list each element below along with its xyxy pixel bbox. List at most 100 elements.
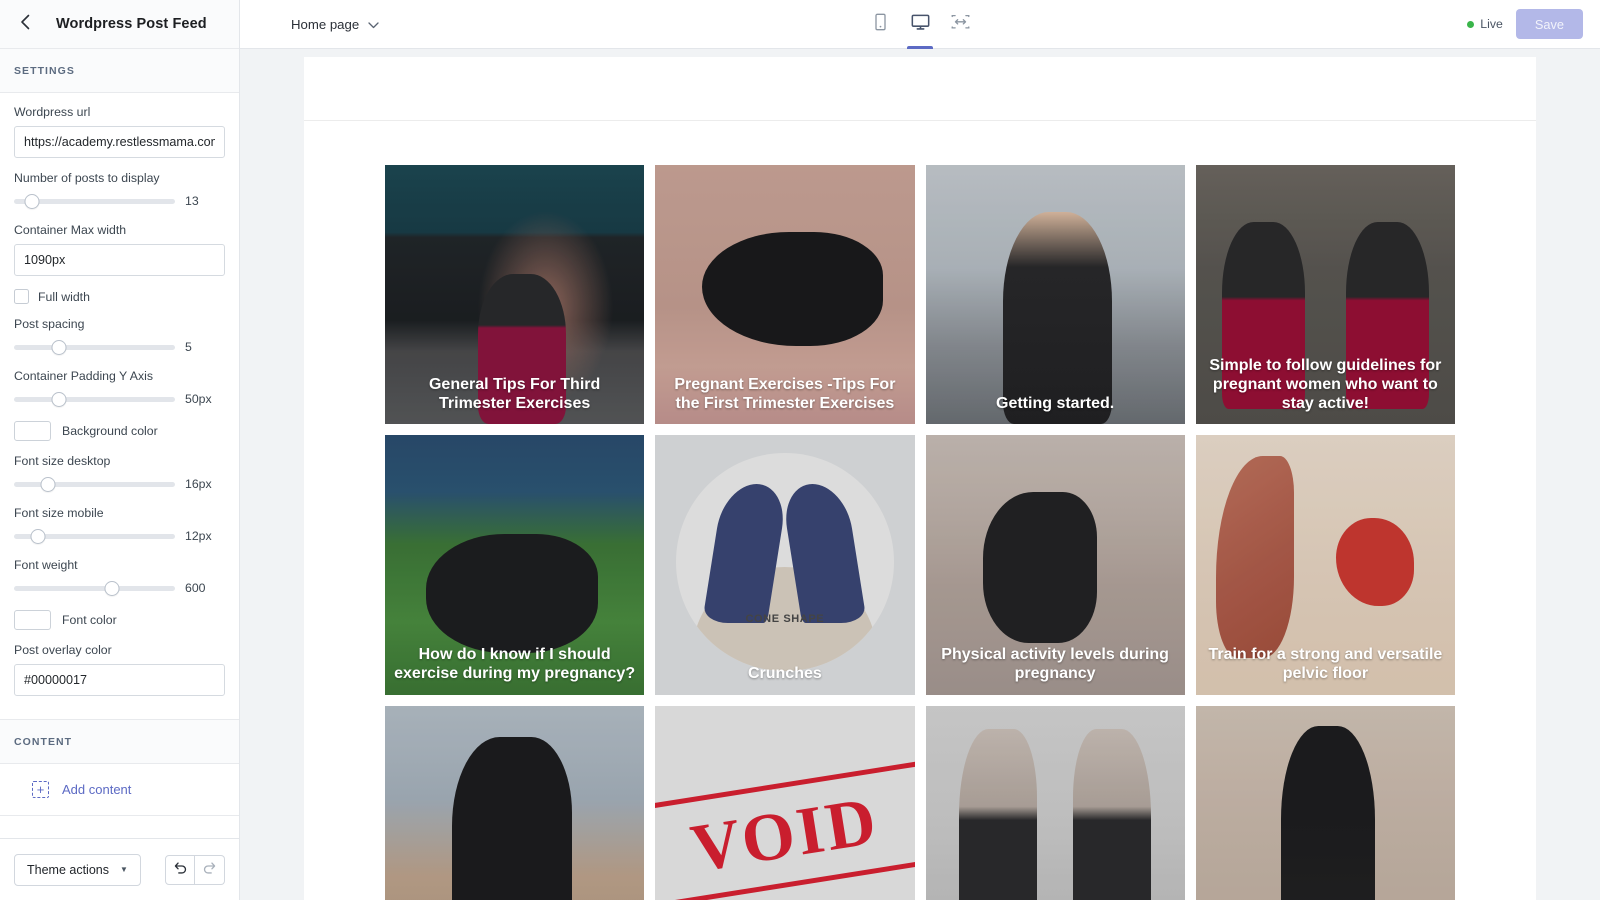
app-root: Wordpress Post Feed SETTINGS Wordpress u… xyxy=(0,0,1600,900)
font-weight-value: 600 xyxy=(185,581,206,595)
slider-track xyxy=(14,396,175,402)
post-title: Crunches xyxy=(747,664,822,682)
post-tile[interactable]: CONE SHAPE Crunches xyxy=(655,435,915,695)
post-tile[interactable]: General Tips For Third Trimester Exercis… xyxy=(385,165,645,425)
field-post-overlay-color: Post overlay color xyxy=(14,643,225,696)
mobile-icon xyxy=(873,13,888,36)
field-container-max-width: Container Max width xyxy=(14,223,225,276)
font-weight-row: 600 xyxy=(14,579,225,597)
desktop-icon xyxy=(911,13,930,36)
post-overlay-color-input[interactable] xyxy=(14,664,225,696)
tab-mobile-view[interactable] xyxy=(860,0,900,49)
post-overlay xyxy=(925,705,1185,900)
post-tile[interactable]: Swimming during pregnancy. xyxy=(385,705,645,900)
settings-sidebar: Wordpress Post Feed SETTINGS Wordpress u… xyxy=(0,0,240,900)
container-padding-y-value: 50px xyxy=(185,392,212,406)
container-max-width-input[interactable] xyxy=(14,244,225,276)
post-spacing-value: 5 xyxy=(185,340,192,354)
post-grid: General Tips For Third Trimester Exercis… xyxy=(385,165,1455,900)
slider-thumb[interactable] xyxy=(51,391,67,407)
field-font-weight: Font weight 600 xyxy=(14,558,225,597)
settings-section-header: SETTINGS xyxy=(0,49,239,93)
content-section-header: CONTENT xyxy=(0,720,239,764)
back-button[interactable] xyxy=(14,13,36,35)
field-full-width[interactable]: Full width xyxy=(14,289,225,304)
full-width-icon xyxy=(951,14,970,35)
slider-thumb[interactable] xyxy=(104,580,120,596)
page-selector[interactable]: Home page xyxy=(291,17,379,32)
container-max-width-label: Container Max width xyxy=(14,223,127,237)
wordpress-post-feed: General Tips For Third Trimester Exercis… xyxy=(385,121,1455,900)
full-width-checkbox[interactable] xyxy=(14,289,29,304)
container-padding-y-label: Container Padding Y Axis xyxy=(14,369,154,383)
font-size-desktop-label: Font size desktop xyxy=(14,454,111,468)
post-tile[interactable]: Running post partum xyxy=(1195,705,1455,900)
field-number-of-posts: Number of posts to display 13 xyxy=(14,171,225,210)
font-size-desktop-slider[interactable] xyxy=(14,475,175,493)
background-color-swatch[interactable] xyxy=(14,421,51,441)
settings-fields: Wordpress url Number of posts to display… xyxy=(0,93,239,719)
font-size-mobile-slider[interactable] xyxy=(14,527,175,545)
font-size-mobile-row: 12px xyxy=(14,527,225,545)
number-of-posts-label: Number of posts to display xyxy=(14,171,160,185)
slider-thumb[interactable] xyxy=(40,476,56,492)
add-content-button[interactable]: + Add content xyxy=(0,764,239,816)
undo-icon xyxy=(173,860,188,880)
top-toolbar: Home page Live Save xyxy=(240,0,1600,49)
post-tile[interactable]: Simple to follow guidelines for pregnant… xyxy=(1195,165,1455,425)
post-title: Train for a strong and versatile pelvic … xyxy=(1208,646,1443,682)
background-color-label: Background color xyxy=(62,424,158,438)
undo-button[interactable] xyxy=(165,854,195,885)
font-weight-slider[interactable] xyxy=(14,579,175,597)
redo-button[interactable] xyxy=(195,854,225,885)
field-background-color: Background color xyxy=(14,421,225,441)
font-size-mobile-label: Font size mobile xyxy=(14,506,104,520)
post-title: Pregnant Exercises -Tips For the First T… xyxy=(674,375,896,412)
font-color-swatch[interactable] xyxy=(14,610,51,630)
preview-page: General Tips For Third Trimester Exercis… xyxy=(304,57,1536,900)
post-overlay xyxy=(925,165,1185,425)
theme-actions-button[interactable]: Theme actions ▼ xyxy=(14,853,141,886)
post-overlay-color-label: Post overlay color xyxy=(14,643,112,657)
wordpress-url-input[interactable] xyxy=(14,126,225,158)
live-status: Live xyxy=(1467,17,1503,31)
theme-actions-label: Theme actions xyxy=(27,862,109,877)
number-of-posts-slider[interactable] xyxy=(14,192,175,210)
field-font-size-mobile: Font size mobile 12px xyxy=(14,506,225,545)
sidebar-header: Wordpress Post Feed xyxy=(0,0,239,49)
post-spacing-label: Post spacing xyxy=(14,317,85,331)
post-tile[interactable]: Train for a strong and versatile pelvic … xyxy=(1195,435,1455,695)
live-status-dot xyxy=(1467,20,1475,28)
post-overlay xyxy=(655,705,915,900)
field-container-padding-y: Container Padding Y Axis 50px xyxy=(14,369,225,408)
tab-full-width-view[interactable] xyxy=(940,0,980,49)
tab-desktop-view[interactable] xyxy=(900,0,940,49)
slider-thumb[interactable] xyxy=(30,528,46,544)
chevron-left-icon xyxy=(20,14,31,35)
post-spacing-slider[interactable] xyxy=(14,338,175,356)
post-tile[interactable]: Tips for better posture xyxy=(925,705,1185,900)
number-of-posts-row: 13 xyxy=(14,192,225,210)
slider-track xyxy=(14,344,175,350)
panel-title: Wordpress Post Feed xyxy=(56,16,207,32)
save-button[interactable]: Save xyxy=(1515,9,1583,39)
post-title: General Tips For Third Trimester Exercis… xyxy=(428,375,601,412)
preview-site-navbar xyxy=(304,57,1536,121)
container-padding-y-slider[interactable] xyxy=(14,390,175,408)
toolbar-right: Live Save xyxy=(1467,9,1600,39)
font-size-desktop-row: 16px xyxy=(14,475,225,493)
post-tile[interactable]: Getting started. xyxy=(925,165,1185,425)
post-tile[interactable]: VOID Five activities you should avoid du… xyxy=(655,705,915,900)
number-of-posts-value: 13 xyxy=(185,194,199,208)
slider-thumb[interactable] xyxy=(51,339,67,355)
main-area: Home page Live Save General Tips For Thi… xyxy=(240,0,1600,900)
post-overlay xyxy=(655,435,915,695)
post-tile[interactable]: How do I know if I should exercise durin… xyxy=(385,435,645,695)
post-overlay xyxy=(385,705,645,900)
slider-thumb[interactable] xyxy=(24,193,40,209)
history-buttons xyxy=(165,854,225,885)
post-tile[interactable]: Physical activity levels during pregnanc… xyxy=(925,435,1185,695)
preview-canvas: General Tips For Third Trimester Exercis… xyxy=(240,49,1600,900)
post-tile[interactable]: Pregnant Exercises -Tips For the First T… xyxy=(655,165,915,425)
post-title: Simple to follow guidelines for pregnant… xyxy=(1209,357,1442,412)
